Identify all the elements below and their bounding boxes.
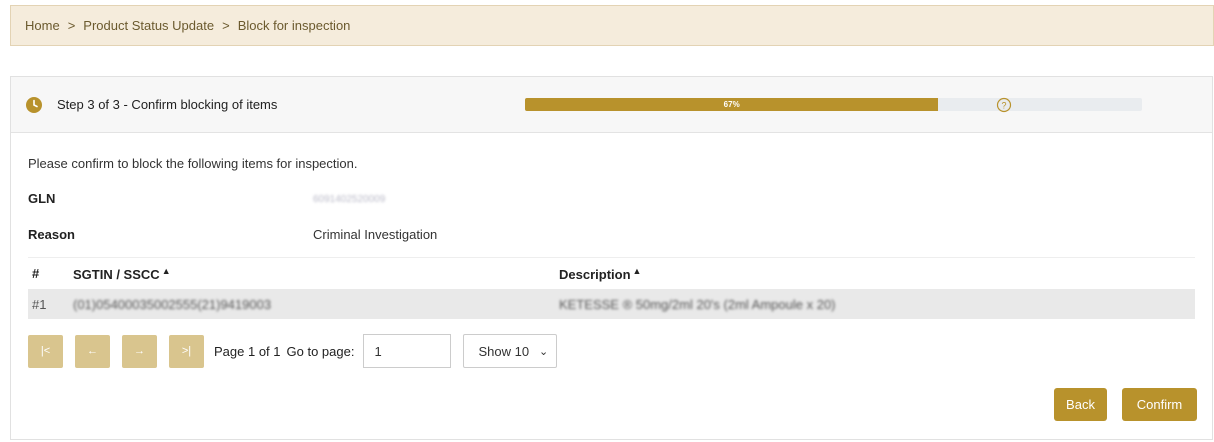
caret-up-icon[interactable]: ▲ [162,266,171,276]
progress-fill: 67% [525,98,939,111]
confirm-button[interactable]: Confirm [1122,388,1197,421]
back-button[interactable]: Back [1054,388,1107,421]
pagination: |< ← → >| Page 1 of 1 Go to page: Show 1… [28,334,558,368]
items-table: # SGTIN / SSCC ▲ Description ▲ #1 (01)0540… [28,257,1195,319]
instruction-text: Please confirm to block the following it… [28,156,358,171]
last-page-button[interactable]: >| [169,334,204,368]
breadcrumb-separator: > [222,18,230,33]
row-sgtin: (01)05400035002555(21)9419003 [73,296,272,312]
breadcrumb: Home > Product Status Update > Block for… [10,5,1214,46]
breadcrumb-home[interactable]: Home [25,18,60,33]
gln-value: 6091402520009 [313,194,386,205]
row-index: #1 [32,296,47,312]
goto-page-input[interactable] [363,334,452,368]
table-header: # SGTIN / SSCC ▲ Description ▲ [28,257,1195,289]
header-description[interactable]: Description ▲ [559,266,1195,282]
first-page-button[interactable]: |< [28,334,63,368]
header-description-label: Description [559,266,631,282]
page-indicator: Page 1 of 1 [214,343,281,359]
reason-value: Criminal Investigation [313,227,438,242]
breadcrumb-current: Block for inspection [237,18,351,33]
confirm-card: Step 3 of 3 - Confirm blocking of items … [10,76,1213,440]
svg-text:?: ? [1001,101,1006,111]
page-size-value: Show 10 [478,343,530,359]
step-title: Step 3 of 3 - Confirm blocking of items [57,97,278,112]
table-row: #1 (01)05400035002555(21)9419003 KETESSE… [28,289,1195,319]
clock-icon [26,97,42,113]
goto-label: Go to page: [286,343,355,359]
header-sgtin-label: SGTIN / SSCC [73,266,160,282]
reason-label: Reason [28,227,75,242]
help-circle-icon[interactable]: ? [996,97,1012,113]
page-size-select[interactable]: Show 10 ⌄ [463,334,558,368]
chevron-down-icon: ⌄ [539,345,549,358]
header-sgtin[interactable]: SGTIN / SSCC ▲ [73,266,559,282]
row-description: KETESSE ® 50mg/2ml 20's (2ml Ampoule x 2… [559,296,836,312]
gln-label: GLN [28,191,56,206]
prev-page-button[interactable]: ← [75,334,110,368]
caret-up-icon[interactable]: ▲ [633,266,642,276]
header-index: # [32,266,40,281]
next-page-button[interactable]: → [122,334,157,368]
step-header: Step 3 of 3 - Confirm blocking of items … [11,77,1212,133]
breadcrumb-product-status-update[interactable]: Product Status Update [83,18,214,33]
progress-bar: 67% [525,98,1142,111]
breadcrumb-separator: > [67,18,76,33]
